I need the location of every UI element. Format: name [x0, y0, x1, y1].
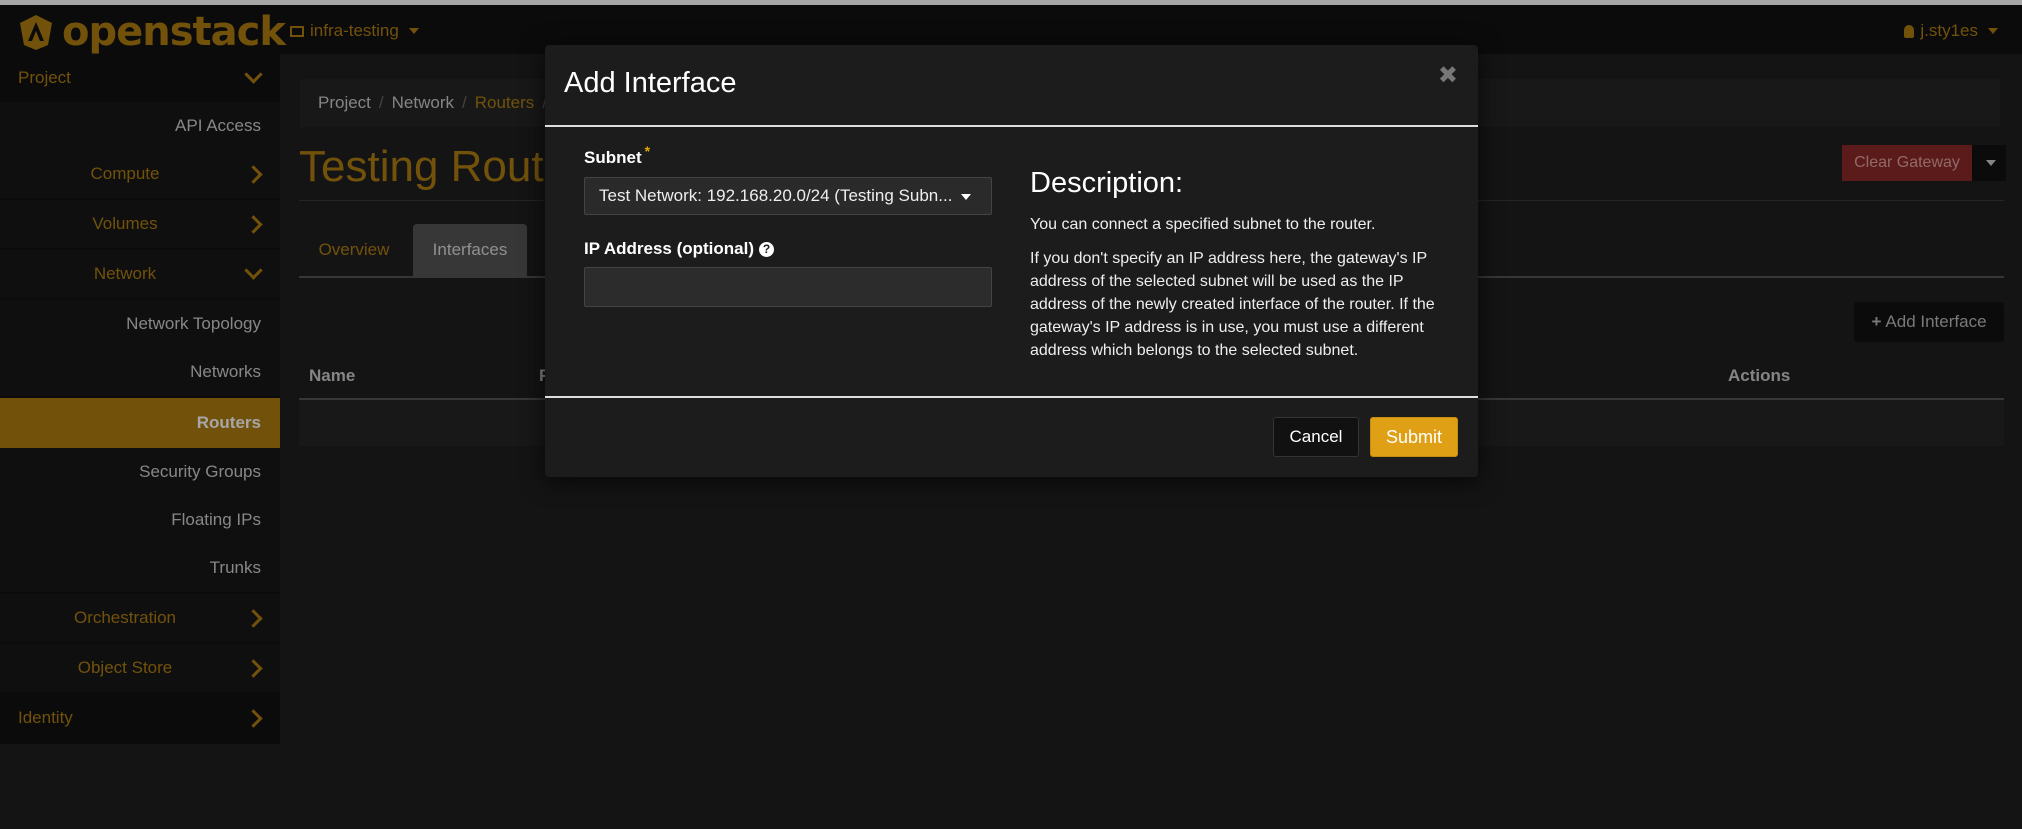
- subnet-select-value: Test Network: 192.168.20.0/24 (Testing S…: [599, 186, 953, 205]
- add-interface-modal: Add Interface ✖ Subnet * Test Network: 19…: [545, 45, 1478, 477]
- required-asterisk: *: [644, 143, 651, 159]
- ip-address-label-text: IP Address (optional): [584, 239, 755, 258]
- submit-button[interactable]: Submit: [1370, 417, 1458, 457]
- cancel-button[interactable]: Cancel: [1273, 417, 1359, 457]
- ip-address-label: IP Address (optional) ?: [584, 239, 775, 259]
- divider: [545, 125, 1478, 127]
- subnet-select[interactable]: Test Network: 192.168.20.0/24 (Testing S…: [584, 177, 992, 215]
- subnet-label-text: Subnet: [584, 148, 642, 167]
- help-icon[interactable]: ?: [759, 241, 775, 257]
- ip-address-input[interactable]: [584, 267, 992, 307]
- subnet-label: Subnet *: [584, 143, 650, 168]
- description-text: If you don't specify an IP address here,…: [1030, 250, 1435, 359]
- close-icon[interactable]: ✖: [1438, 61, 1458, 90]
- divider: [545, 396, 1478, 398]
- modal-title: Add Interface: [564, 67, 737, 99]
- description-heading: Description:: [1030, 167, 1184, 199]
- caret-down-icon: [961, 194, 971, 200]
- description-text: You can connect a specified subnet to th…: [1030, 216, 1376, 233]
